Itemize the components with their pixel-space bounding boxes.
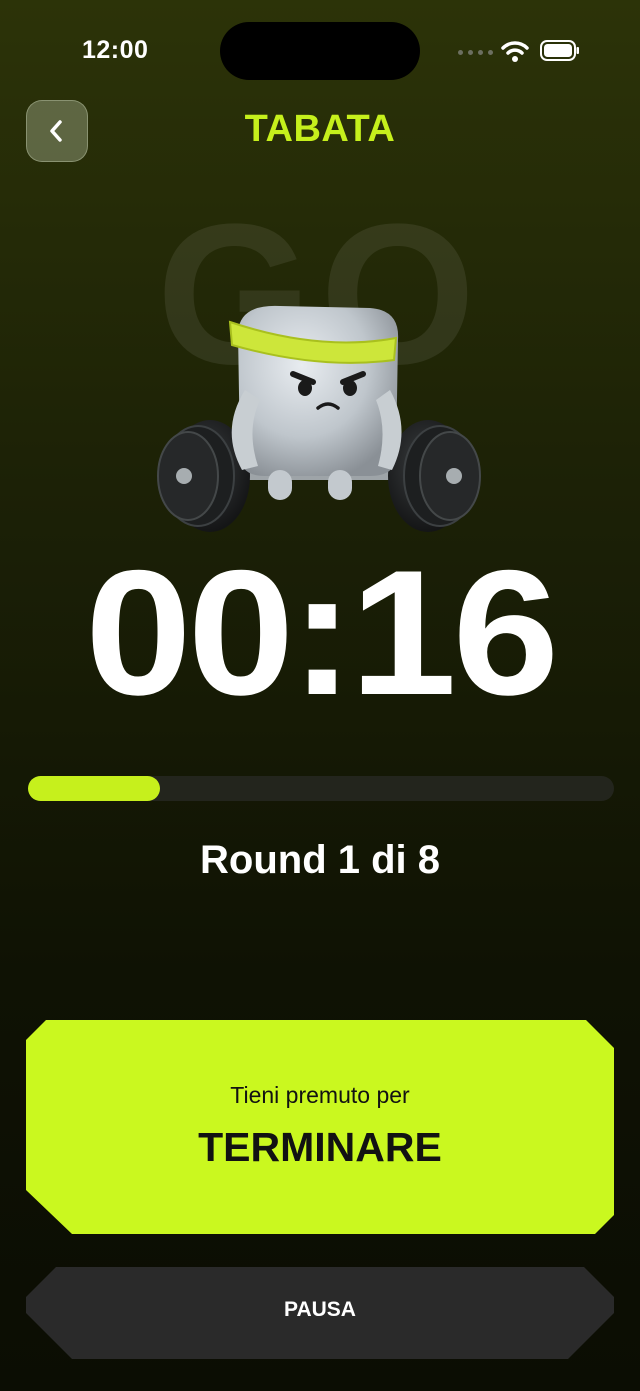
pause-button[interactable]: PAUSA: [26, 1267, 614, 1359]
status-bar: 12:00: [0, 0, 640, 100]
end-button-label: TERMINARE: [198, 1124, 442, 1170]
wifi-icon: [501, 41, 529, 62]
page-title: TABATA: [244, 108, 396, 150]
round-counter: Round 1 di 8: [200, 838, 440, 882]
weightlifter-mascot: [157, 305, 481, 532]
battery-icon: [540, 40, 579, 61]
dynamic-island: [220, 22, 420, 80]
round-progress-bar: [28, 776, 614, 801]
countdown-timer: 00:16: [84, 533, 559, 732]
status-time: 12:00: [82, 36, 149, 64]
hold-to-end-button[interactable]: Tieni premuto per TERMINARE: [26, 1020, 614, 1234]
pause-button-label: PAUSA: [284, 1298, 356, 1321]
progress-fill: [28, 776, 160, 801]
end-button-hint: Tieni premuto per: [230, 1082, 410, 1108]
signal-icon: [458, 50, 493, 55]
